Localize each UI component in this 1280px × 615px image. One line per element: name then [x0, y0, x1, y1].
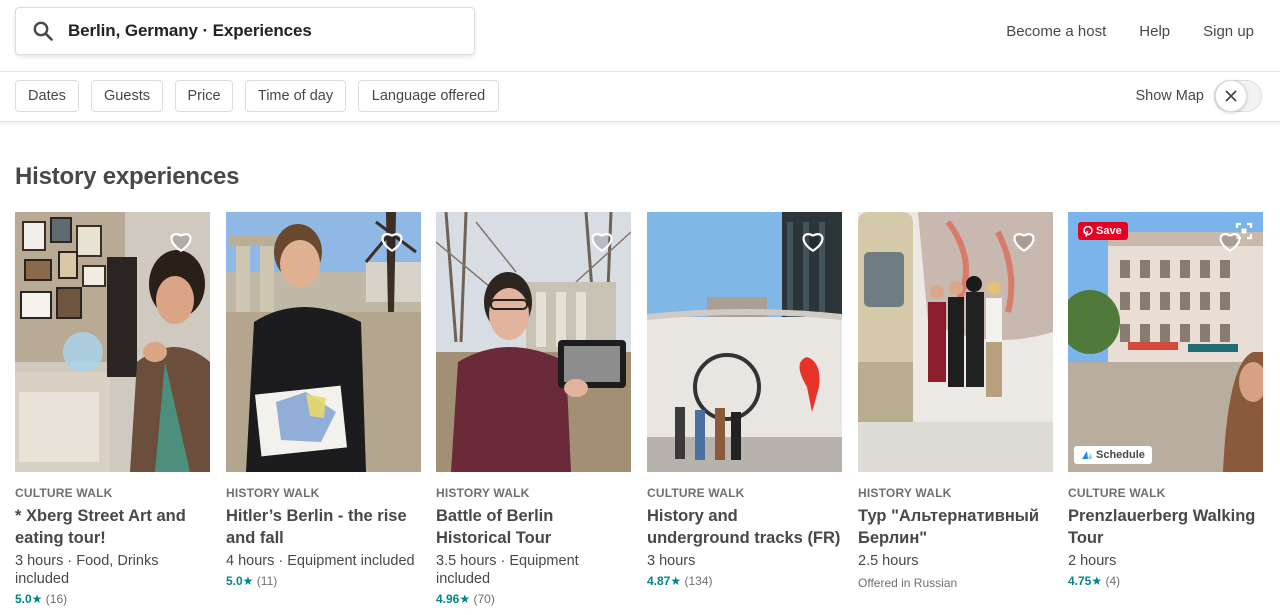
experience-title[interactable]: Prenzlauerberg Walking Tour: [1068, 505, 1263, 549]
review-count: (16): [45, 592, 68, 606]
top-header: Berlin, Germany · Experiences Become a h…: [0, 0, 1280, 72]
experience-rating: 4.96★ (70): [436, 592, 631, 606]
experience-details: 2.5 hours: [858, 553, 919, 569]
heart-icon[interactable]: [800, 228, 826, 254]
section-title: History experiences: [15, 163, 240, 190]
experience-category: CULTURE WALK: [647, 486, 745, 500]
experience-card[interactable]: HISTORY WALK Hitler’s Berlin - the rise …: [226, 212, 421, 588]
heart-icon[interactable]: [379, 228, 405, 254]
show-map-control: Show Map: [1135, 80, 1262, 112]
top-nav: Become a host Help Sign up: [1006, 0, 1254, 62]
close-icon: [1215, 80, 1247, 112]
experience-photo[interactable]: [15, 212, 210, 472]
heart-icon[interactable]: [1217, 228, 1243, 254]
search-icon: [32, 20, 54, 42]
experience-rating: 5.0★ (16): [15, 592, 210, 606]
experience-photo[interactable]: [858, 212, 1053, 472]
experience-rating: 4.87★ (134): [647, 574, 842, 588]
experience-photo[interactable]: [436, 212, 631, 472]
sign-up-link[interactable]: Sign up: [1203, 23, 1254, 40]
pinterest-save-label: Save: [1096, 225, 1122, 237]
experience-details: 3 hours · Food, Drinks included: [15, 553, 159, 587]
review-count: (134): [684, 574, 713, 588]
search-value: Berlin, Germany · Experiences: [68, 21, 312, 40]
language-filter-button[interactable]: Language offered: [358, 80, 499, 112]
experience-card[interactable]: Save Schedule CULTURE WALK Prenzlauerber…: [1068, 212, 1263, 588]
experience-category: HISTORY WALK: [436, 486, 530, 500]
experience-details: 4 hours · Equipment included: [226, 553, 415, 569]
rating-score: 4.75★: [1068, 574, 1103, 588]
show-map-toggle[interactable]: [1214, 80, 1262, 112]
heart-icon[interactable]: [168, 228, 194, 254]
price-filter-button[interactable]: Price: [175, 80, 233, 112]
heart-icon[interactable]: [589, 228, 615, 254]
schedule-label: Schedule: [1096, 449, 1145, 461]
experience-title[interactable]: History and underground tracks (FR): [647, 505, 842, 549]
rating-score: 4.87★: [647, 574, 682, 588]
experience-rating: 5.0★ (11): [226, 574, 421, 588]
language-offered-note: Offered in Russian: [858, 576, 958, 590]
schedule-badge[interactable]: Schedule: [1074, 446, 1152, 464]
experience-title[interactable]: Battle of Berlin Historical Tour: [436, 505, 631, 549]
experience-category: HISTORY WALK: [226, 486, 320, 500]
become-host-link[interactable]: Become a host: [1006, 23, 1106, 40]
rating-score: 5.0★: [226, 574, 254, 588]
review-count: (11): [256, 574, 278, 588]
experience-title[interactable]: * Xberg Street Art and eating tour!: [15, 505, 210, 549]
help-link[interactable]: Help: [1139, 23, 1170, 40]
experience-card[interactable]: CULTURE WALK History and underground tra…: [647, 212, 842, 588]
experience-title[interactable]: Тур "Альтернативный Берлин": [858, 505, 1053, 549]
pinterest-save-button[interactable]: Save: [1078, 222, 1128, 240]
experience-details: 2 hours: [1068, 553, 1117, 569]
experience-photo[interactable]: Save Schedule: [1068, 212, 1263, 472]
review-count: (4): [1105, 574, 1121, 588]
experience-card[interactable]: HISTORY WALK Тур "Альтернативный Берлин"…: [858, 212, 1053, 590]
experience-details: 3.5 hours · Equipment included: [436, 553, 579, 587]
experience-photo[interactable]: [226, 212, 421, 472]
guests-filter-button[interactable]: Guests: [91, 80, 163, 112]
experience-rating: 4.75★ (4): [1068, 574, 1263, 588]
rating-score: 5.0★: [15, 592, 43, 606]
filter-bar: Dates Guests Price Time of day Language …: [0, 72, 1280, 122]
experience-photo[interactable]: [647, 212, 842, 472]
experience-category: HISTORY WALK: [858, 486, 952, 500]
experience-card[interactable]: HISTORY WALK Battle of Berlin Historical…: [436, 212, 631, 606]
heart-icon[interactable]: [1011, 228, 1037, 254]
rating-score: 4.96★: [436, 592, 471, 606]
search-box[interactable]: Berlin, Germany · Experiences: [15, 7, 475, 55]
experience-category: CULTURE WALK: [1068, 486, 1166, 500]
experience-title[interactable]: Hitler’s Berlin - the rise and fall: [226, 505, 421, 549]
pinterest-icon: [1083, 225, 1093, 237]
time-of-day-filter-button[interactable]: Time of day: [245, 80, 346, 112]
review-count: (70): [473, 592, 495, 606]
experience-category: CULTURE WALK: [15, 486, 113, 500]
experience-card[interactable]: CULTURE WALK * Xberg Street Art and eati…: [15, 212, 210, 606]
dates-filter-button[interactable]: Dates: [15, 80, 79, 112]
experience-details: 3 hours: [647, 553, 696, 569]
show-map-label: Show Map: [1135, 88, 1204, 104]
schedule-app-icon: [1082, 451, 1092, 459]
